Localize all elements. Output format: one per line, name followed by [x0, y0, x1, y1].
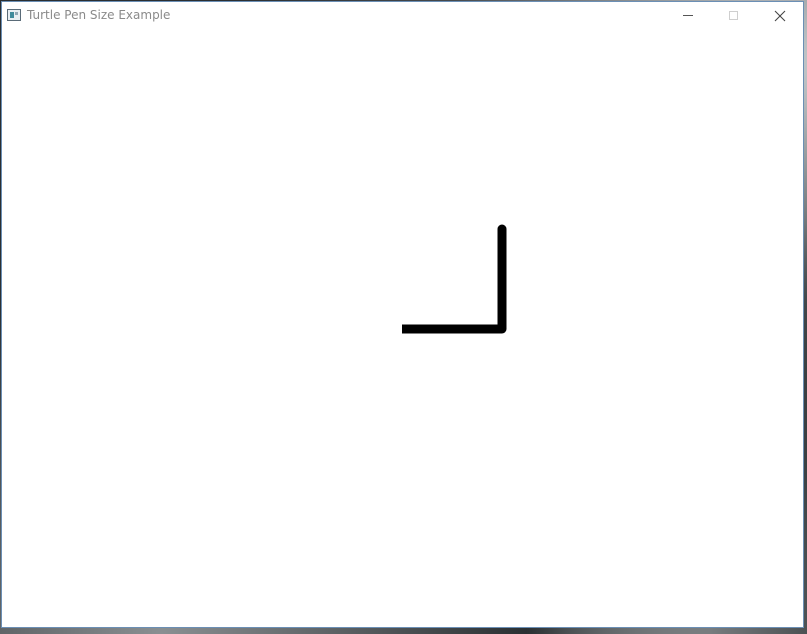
title-bar[interactable]: Turtle Pen Size Example	[2, 2, 803, 30]
close-button[interactable]	[757, 2, 803, 30]
maximize-button[interactable]	[711, 2, 757, 30]
maximize-icon	[729, 11, 738, 20]
minimize-button[interactable]	[665, 2, 711, 30]
minimize-icon	[683, 15, 693, 16]
turtle-drawing	[402, 224, 507, 334]
window-title: Turtle Pen Size Example	[27, 8, 171, 22]
app-window: Turtle Pen Size Example	[1, 1, 804, 628]
app-window-icon[interactable]	[7, 9, 21, 21]
turtle-canvas[interactable]	[2, 30, 803, 627]
close-icon	[774, 10, 786, 22]
